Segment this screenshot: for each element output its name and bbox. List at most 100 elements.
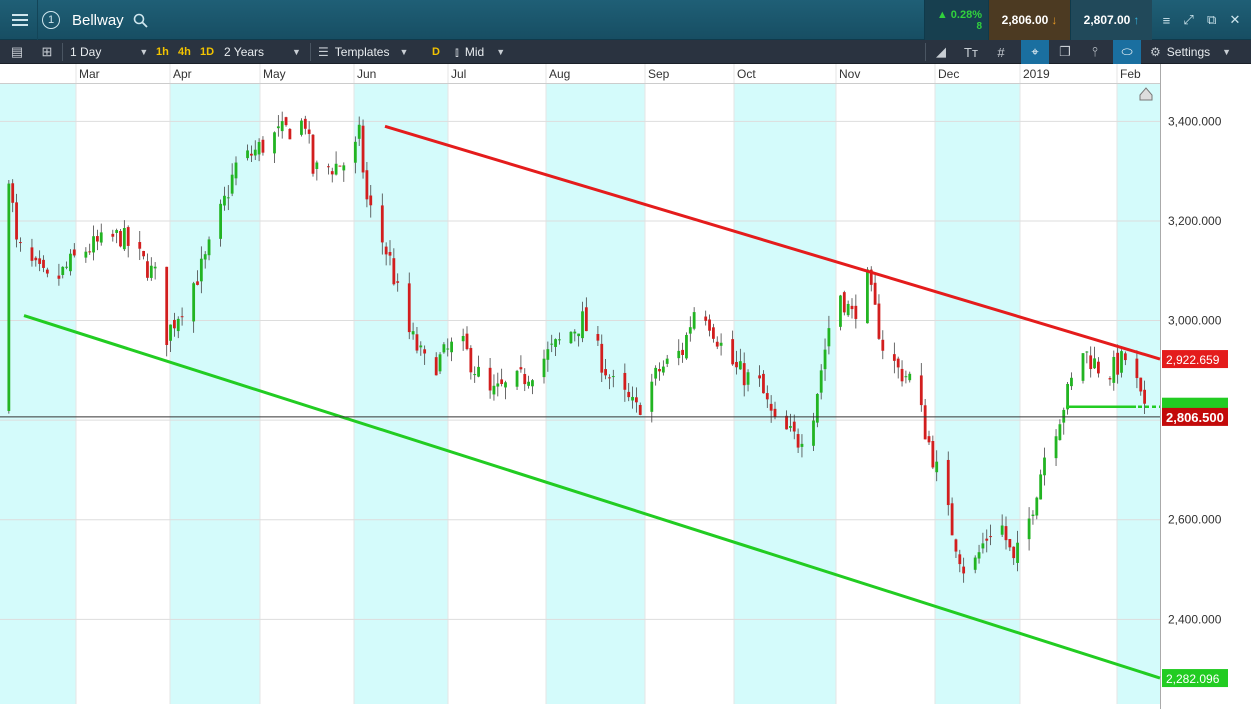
copy-icon[interactable]: ❐ (1054, 40, 1076, 64)
buy-price-button[interactable]: 2,807.00 ↑ (1070, 0, 1152, 40)
grid-icon[interactable]: # (990, 40, 1012, 64)
candle-down (704, 316, 708, 321)
candle-up (819, 370, 823, 393)
candle-up (611, 376, 615, 378)
sell-price-button[interactable]: 2,806.00 ↓ (988, 0, 1070, 40)
candle-up (1039, 474, 1043, 500)
candle-up (823, 349, 827, 370)
candle-down (11, 183, 15, 203)
indicator-icon[interactable]: ⫯ (1084, 40, 1106, 64)
candle-down (30, 247, 34, 261)
down-arrow-icon: ↓ (1051, 13, 1058, 27)
hamburger-menu-icon[interactable] (0, 0, 38, 40)
chevron-down-icon: ▼ (292, 47, 301, 57)
window-controls: ≡ ⤢ ⧉ ✕ (1152, 0, 1251, 40)
candle-up (1000, 525, 1004, 535)
search-icon[interactable] (130, 0, 150, 40)
candle-up (866, 269, 869, 324)
expand-icon[interactable]: ⤢ (1183, 12, 1193, 28)
range-select[interactable]: 2 Years ▼ (224, 40, 301, 64)
month-label: Mar (79, 67, 100, 81)
instrument-title[interactable]: Bellway (72, 0, 124, 40)
drag-handle-icon[interactable]: ≡ (1163, 13, 1171, 28)
interval-select[interactable]: 1 Day ▼ (70, 40, 148, 64)
month-label: Oct (737, 67, 756, 81)
candle-down (88, 251, 92, 253)
candle-up (1062, 409, 1066, 423)
candle-down (950, 503, 954, 536)
candle-up (99, 232, 103, 243)
price-chart[interactable]: Mar Apr May Jun Jul Aug Sep Oct Nov Dec 2019 Feb 3,4… (0, 64, 1251, 709)
candle-up (234, 162, 238, 179)
month-label: Jun (357, 67, 376, 81)
candle-down (681, 349, 684, 356)
candle-up (199, 258, 203, 282)
candle-up (569, 331, 573, 344)
d-button[interactable]: D (432, 40, 440, 64)
popout-icon[interactable]: ⧉ (1207, 12, 1216, 28)
candle-up (546, 349, 550, 360)
candle-up (908, 373, 912, 381)
candle-up (450, 341, 453, 353)
candle-down (126, 227, 130, 246)
candle-down (173, 319, 176, 329)
candle-up (800, 443, 804, 447)
chevron-down-icon: ▼ (496, 47, 506, 57)
interval-1d-button[interactable]: 1D (200, 40, 214, 64)
candle-up (577, 333, 581, 337)
candle-up (61, 266, 65, 275)
candle-down (261, 139, 265, 153)
interval-1h-button[interactable]: 1h (156, 40, 169, 64)
tag-icon[interactable]: ⬭ (1113, 40, 1141, 64)
candle-down (57, 275, 61, 279)
candle-up (977, 552, 981, 559)
candle-up (1027, 518, 1031, 540)
candle-down (488, 367, 492, 391)
candle-up (677, 350, 681, 359)
candle-down (785, 415, 788, 430)
settings-button[interactable]: ⚙ Settings ▼ (1150, 40, 1231, 64)
candle-down (45, 269, 49, 274)
chart-toolbar: ▤ ⊞ 1 Day ▼ 1h 4h 1D 2 Years ▼ ☰ Templates ▼… (0, 40, 1251, 64)
candle-down (380, 205, 384, 243)
panel-toggle-icon[interactable]: ▤ (6, 40, 28, 64)
candle-down (34, 257, 38, 261)
change-absolute: 8 (976, 20, 982, 32)
candle-down (384, 246, 388, 255)
candle-up (1054, 436, 1058, 459)
templates-select[interactable]: ☰ Templates ▼ (318, 40, 408, 64)
candle-up (1016, 542, 1019, 563)
crosshair-icon[interactable]: ⌖ (1021, 40, 1049, 64)
interval-4h-button[interactable]: 4h (178, 40, 191, 64)
candle-down (1143, 389, 1146, 404)
candle-down (604, 369, 607, 376)
candle-down (892, 354, 896, 361)
candle-down (119, 230, 122, 247)
settings-label: Settings (1166, 45, 1211, 59)
close-icon[interactable]: ✕ (1229, 12, 1240, 28)
text-tool-icon[interactable]: Tт (960, 40, 982, 64)
layout-icon[interactable]: ⊞ (36, 40, 58, 64)
draw-line-icon[interactable]: ◢ (930, 40, 952, 64)
candle-down (762, 373, 765, 394)
candle-up (65, 266, 68, 268)
candle-up (315, 162, 319, 169)
candle-up (442, 344, 446, 353)
candle-up (554, 339, 557, 347)
candle-up (738, 361, 742, 370)
candle-up (542, 358, 546, 378)
candle-up (650, 381, 654, 412)
price-type-select[interactable]: ⫾ Mid ▼ (455, 40, 505, 64)
candle-up (219, 203, 222, 239)
chart-number-badge[interactable]: 1 (38, 0, 64, 40)
candle-down (842, 292, 846, 313)
resistance-price-label: 2,922.659 (1166, 353, 1220, 367)
candle-down (38, 258, 42, 264)
chevron-down-icon: ▼ (139, 47, 149, 57)
candle-up (654, 367, 658, 379)
candle-down (735, 361, 738, 368)
candle-down (877, 303, 881, 339)
y-tick-label: 3,400.000 (1168, 114, 1222, 128)
candle-down (138, 242, 142, 249)
candle-up (719, 342, 723, 346)
